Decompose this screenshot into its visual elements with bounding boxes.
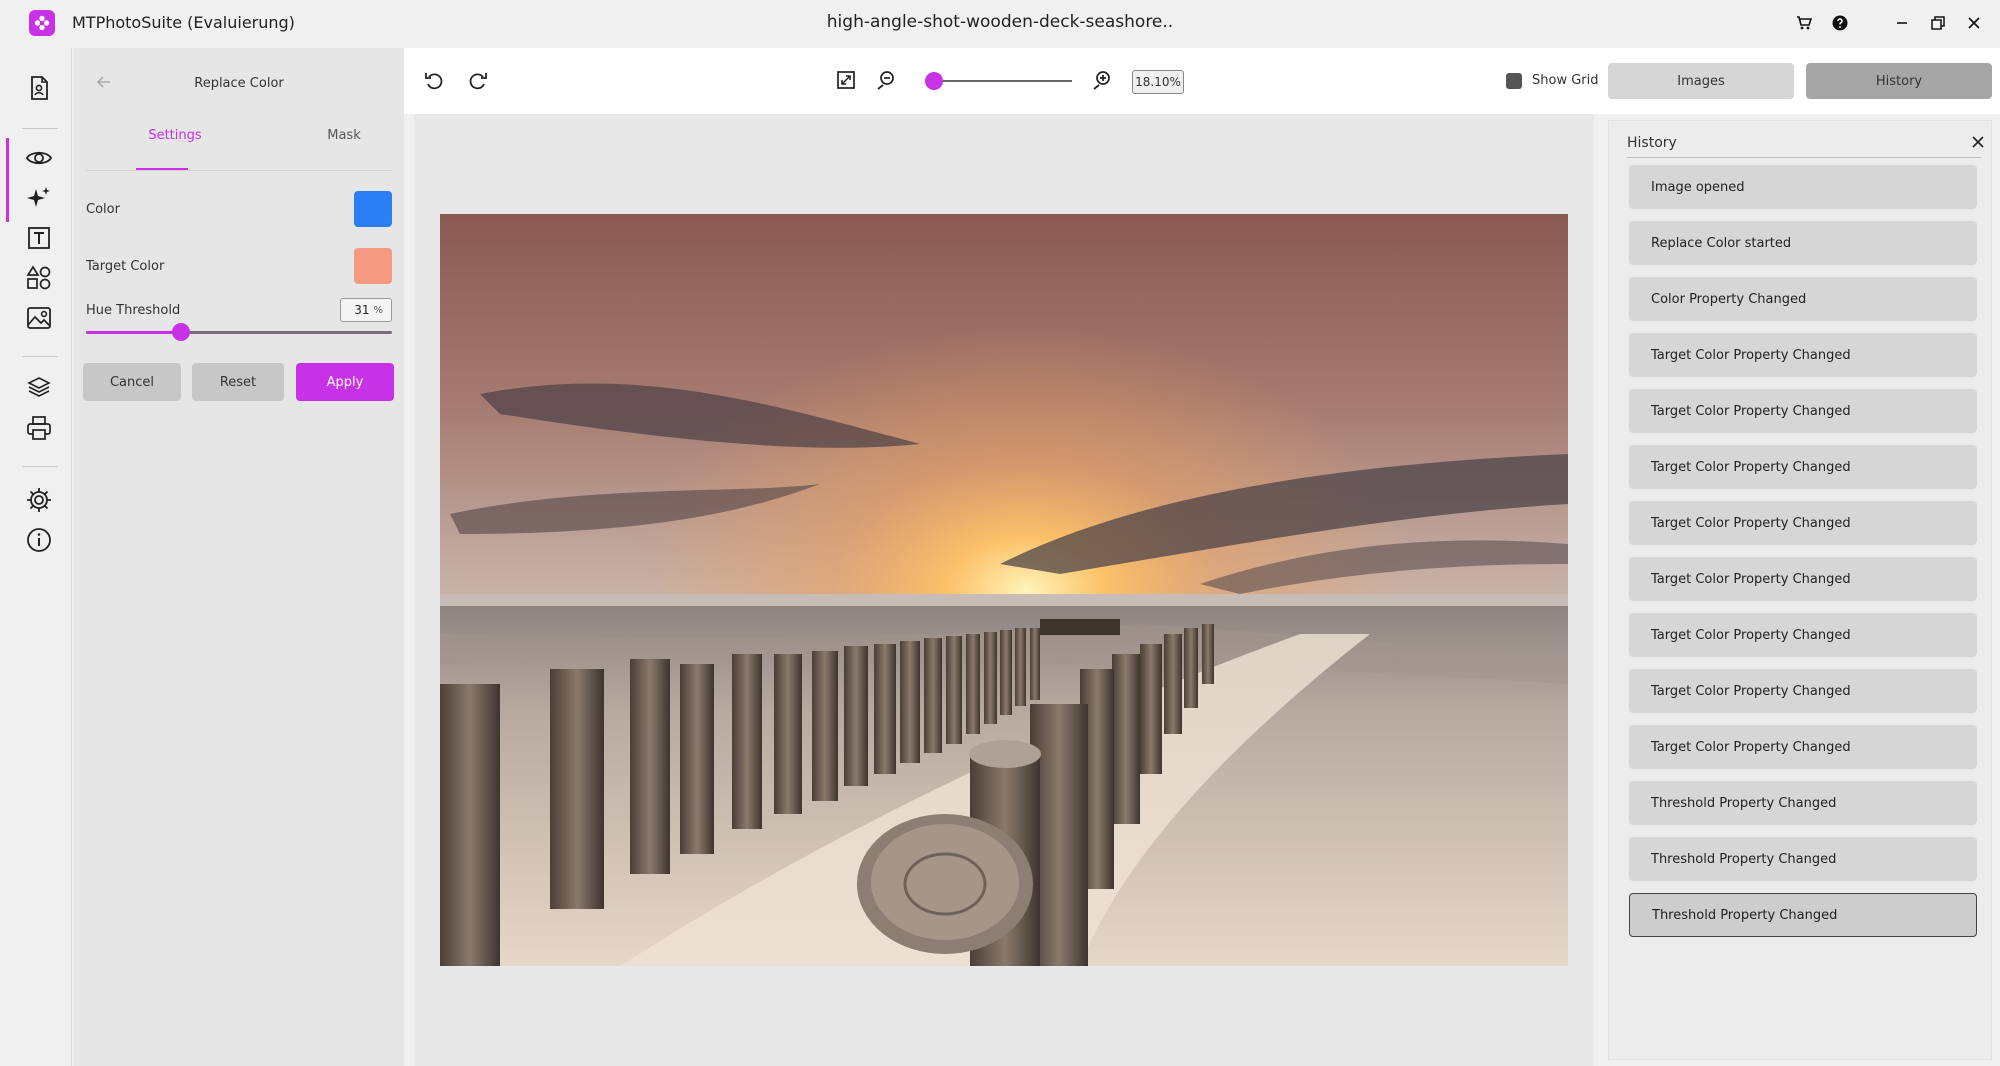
history-item[interactable]: Target Color Property Changed	[1629, 725, 1977, 769]
zoom-out-icon[interactable]	[874, 68, 898, 92]
zoom-slider-track[interactable]	[928, 80, 1072, 82]
history-item[interactable]: Target Color Property Changed	[1629, 445, 1977, 489]
history-item[interactable]: Threshold Property Changed	[1629, 781, 1977, 825]
hue-threshold-input[interactable]: 31%	[340, 298, 392, 322]
app-logo-icon	[29, 10, 55, 36]
hue-threshold-slider-thumb[interactable]	[171, 323, 190, 341]
fit-to-screen-icon[interactable]	[834, 68, 858, 92]
history-item[interactable]: Replace Color started	[1629, 221, 1977, 265]
hue-threshold-unit: %	[373, 304, 383, 316]
info-icon[interactable]	[6, 520, 72, 560]
undo-icon[interactable]	[422, 68, 446, 92]
beach-photo[interactable]	[440, 214, 1568, 966]
printer-icon[interactable]	[6, 408, 72, 448]
images-tab-button[interactable]: Images	[1608, 63, 1794, 99]
history-item[interactable]: Threshold Property Changed	[1629, 893, 1977, 937]
canvas-toolbar: 18.10% Show Grid Images History	[404, 48, 2000, 114]
cancel-button[interactable]: Cancel	[83, 363, 181, 401]
document-title: high-angle-shot-wooden-deck-seashore..	[826, 12, 1174, 32]
history-item[interactable]: Target Color Property Changed	[1629, 333, 1977, 377]
history-item[interactable]: Target Color Property Changed	[1629, 613, 1977, 657]
help-icon[interactable]	[1822, 8, 1858, 38]
history-item[interactable]: Color Property Changed	[1629, 277, 1977, 321]
app-title: MTPhotoSuite (Evaluierung)	[72, 13, 295, 32]
tab-mask[interactable]: Mask	[314, 128, 374, 143]
eye-icon[interactable]	[6, 138, 72, 178]
restore-icon[interactable]	[1920, 8, 1956, 38]
zoom-in-icon[interactable]	[1090, 68, 1114, 92]
hue-threshold-label: Hue Threshold	[86, 303, 181, 318]
hue-threshold-fill	[86, 331, 181, 334]
shapes-icon[interactable]	[6, 258, 72, 298]
history-divider	[1627, 157, 1981, 158]
layers-icon[interactable]	[6, 368, 72, 408]
apply-button[interactable]: Apply	[296, 363, 394, 401]
target-color-label: Target Color	[86, 259, 165, 274]
zoom-percent-field[interactable]: 18.10%	[1132, 70, 1184, 94]
color-swatch[interactable]	[354, 191, 392, 227]
replace-color-panel: Replace Color Settings Mask Color Target…	[74, 48, 404, 1066]
close-icon[interactable]	[1956, 8, 1992, 38]
cart-icon[interactable]	[1786, 8, 1822, 38]
reset-button[interactable]: Reset	[192, 363, 284, 401]
history-item[interactable]: Target Color Property Changed	[1629, 669, 1977, 713]
tab-settings[interactable]: Settings	[136, 128, 214, 143]
redo-icon[interactable]	[466, 68, 490, 92]
show-grid-label: Show Grid	[1532, 73, 1599, 88]
minimize-icon[interactable]	[1884, 8, 1920, 38]
history-item[interactable]: Target Color Property Changed	[1629, 389, 1977, 433]
image-icon[interactable]	[6, 298, 72, 338]
left-rail	[6, 48, 72, 1066]
sparkles-icon[interactable]	[6, 178, 72, 218]
history-item[interactable]: Target Color Property Changed	[1629, 501, 1977, 545]
history-title: History	[1627, 135, 1677, 151]
panel-title: Replace Color	[194, 76, 284, 91]
history-panel: History Image opened Replace Color starte…	[1608, 120, 1992, 1060]
hue-threshold-value: 31	[354, 303, 370, 317]
image-canvas[interactable]	[414, 114, 1594, 1066]
text-tool-icon[interactable]	[6, 218, 72, 258]
show-grid-checkbox[interactable]	[1506, 73, 1522, 89]
document-icon[interactable]	[6, 68, 72, 108]
zoom-slider-thumb[interactable]	[924, 72, 943, 90]
target-color-swatch[interactable]	[354, 248, 392, 284]
close-history-icon[interactable]	[1969, 133, 1987, 151]
active-tab-indicator	[136, 168, 188, 170]
title-bar: MTPhotoSuite (Evaluierung) high-angle-sh…	[0, 0, 2000, 46]
back-arrow-icon[interactable]	[94, 72, 114, 92]
tab-divider	[86, 170, 392, 171]
color-label: Color	[86, 202, 120, 217]
history-item[interactable]: Threshold Property Changed	[1629, 837, 1977, 881]
history-tab-button[interactable]: History	[1806, 63, 1992, 99]
history-item[interactable]: Target Color Property Changed	[1629, 557, 1977, 601]
history-item[interactable]: Image opened	[1629, 165, 1977, 209]
gear-icon[interactable]	[6, 480, 72, 520]
